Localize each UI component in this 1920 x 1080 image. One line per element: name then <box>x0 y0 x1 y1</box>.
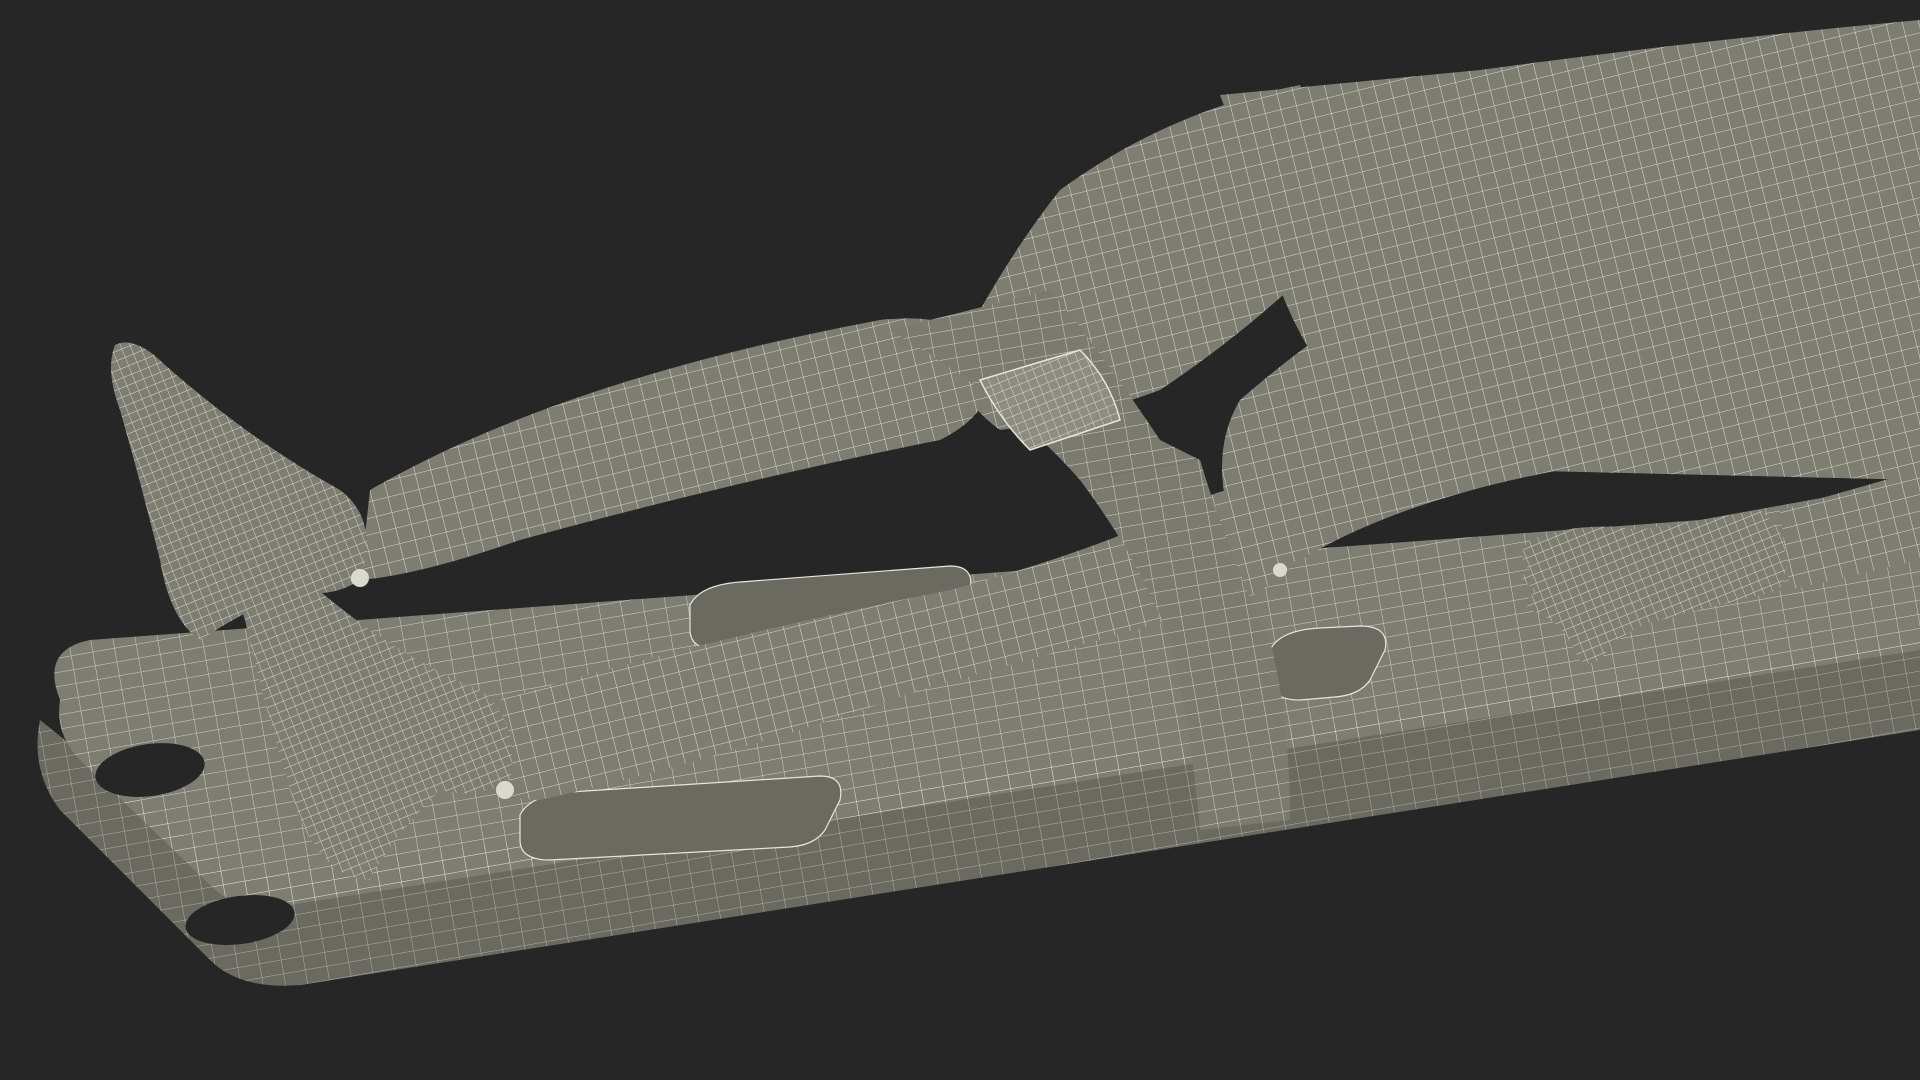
lower-leg-far <box>360 318 992 580</box>
wireframe-scene <box>37 20 1920 986</box>
render-viewport <box>0 0 1920 1080</box>
knee-marker <box>1273 563 1287 577</box>
